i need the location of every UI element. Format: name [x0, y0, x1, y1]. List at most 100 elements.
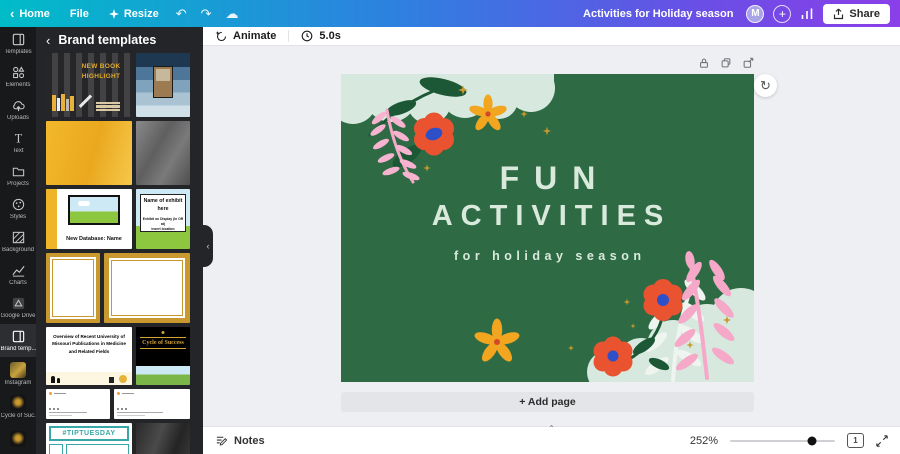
design-page[interactable]: FUN ACTIVITIES for holiday season	[341, 74, 754, 382]
duplicate-page-icon[interactable]	[720, 57, 732, 69]
canvas-title-line2[interactable]: ACTIVITIES	[341, 197, 754, 235]
cycle-thumbnail-icon	[10, 395, 26, 411]
duration-button[interactable]: 5.0s	[289, 27, 352, 45]
sidebar-item-instagram[interactable]: Instagram	[0, 357, 36, 390]
sidebar-item-label: Elements	[5, 82, 30, 88]
thumbnail-subtitle: Exhibit on Display (in OR at)	[142, 217, 184, 227]
lock-icon[interactable]	[698, 57, 710, 69]
add-member-button[interactable]: +	[773, 5, 791, 23]
top-bar: ‹ Home File Resize ↶ ↷ ☁ ✓ Activities fo…	[0, 0, 900, 27]
animate-icon	[215, 30, 227, 42]
zoom-slider[interactable]	[730, 440, 835, 442]
export-page-icon[interactable]	[742, 57, 754, 69]
sidebar-item-google-drive[interactable]: Google Drive	[0, 291, 36, 324]
notes-button[interactable]: Notes	[203, 434, 277, 447]
share-label: Share	[849, 8, 880, 20]
file-label: File	[70, 8, 89, 20]
template-thumbnail-gray[interactable]	[136, 121, 190, 185]
file-menu-button[interactable]: File	[60, 0, 99, 27]
home-label: Home	[19, 8, 50, 20]
yellow-sidebar	[46, 189, 57, 249]
charts-icon	[11, 263, 26, 278]
sidebar-item-charts[interactable]: Charts	[0, 258, 36, 291]
sidebar-item-background[interactable]: Background	[0, 225, 36, 258]
sidebar-item-text[interactable]: T Text	[0, 126, 36, 159]
zoom-slider-handle[interactable]	[807, 436, 816, 445]
template-thumbnail-gold-frame-portrait[interactable]	[46, 253, 100, 323]
add-page-button[interactable]: + Add page	[341, 392, 754, 412]
post-footer	[117, 408, 187, 417]
sidebar-item-label: Charts	[9, 280, 27, 286]
template-thumbnail-new-book[interactable]: NEW BOOK HIGHLIGHT	[46, 53, 132, 117]
share-button[interactable]: Share	[823, 4, 890, 24]
avatar[interactable]: M	[746, 5, 764, 23]
add-page-label: + Add page	[519, 396, 576, 408]
sidebar-item-brand-templates[interactable]: Brand temp...	[0, 324, 36, 357]
panel-collapse-button[interactable]: ‹	[203, 225, 213, 267]
sidebar-item-uploads[interactable]: Uploads	[0, 93, 36, 126]
resize-button[interactable]: Resize	[99, 0, 169, 27]
extra-thumbnail-icon	[10, 431, 26, 447]
sidebar-item-label: Google Drive	[1, 313, 36, 319]
save-status-button[interactable]: ☁ ✓	[219, 6, 246, 22]
page-actions	[341, 57, 754, 69]
frame-inner-border	[52, 259, 94, 317]
template-thumbnail-gold-frame-landscape[interactable]	[104, 253, 190, 323]
sidebar-item-more[interactable]	[0, 423, 36, 454]
google-drive-icon	[11, 296, 26, 311]
upload-cloud-icon	[11, 98, 26, 113]
template-thumbnail-database[interactable]: New Database: Name	[46, 189, 132, 249]
folder-icon	[11, 164, 26, 179]
panel-back-button[interactable]: ‹	[46, 33, 50, 48]
bottom-right-controls: 252% 1	[690, 433, 900, 448]
undo-button[interactable]: ↶	[169, 6, 194, 22]
sidebar-item-label: Projects	[7, 181, 29, 187]
sidebar-item-styles[interactable]: Styles	[0, 192, 36, 225]
document-title[interactable]: Activities for Holiday season	[583, 8, 733, 20]
canvas-subtitle[interactable]: for holiday season	[341, 249, 754, 263]
resize-label: Resize	[124, 8, 159, 20]
template-thumbnail-social-post[interactable]	[46, 389, 110, 419]
template-thumbnail-yellow[interactable]	[46, 121, 132, 185]
sidebar-item-label: Background	[2, 247, 34, 253]
template-thumbnail-social-post[interactable]	[114, 389, 190, 419]
sidebar-item-label: Text	[12, 148, 23, 154]
template-thumbnail-exhibit[interactable]: Name of exhibit here Exhibit on Display …	[136, 189, 190, 249]
template-row: #TIPTUESDAY	[46, 423, 193, 454]
thumbnail-title: Cycle of Success	[140, 337, 186, 349]
insights-icon[interactable]	[800, 7, 814, 21]
thumbnail-title: Overview of Recent University of Missour…	[51, 333, 127, 355]
template-thumbnail-book-cover[interactable]	[136, 53, 190, 117]
sync-button[interactable]: ↻	[754, 74, 777, 97]
tip-boxes	[49, 444, 129, 454]
sidebar-item-label: Uploads	[7, 115, 29, 121]
fullscreen-icon[interactable]	[876, 435, 888, 447]
sidebar-item-cycle-of-success[interactable]: Cycle of Suc...	[0, 390, 36, 423]
template-thumbnail-dark[interactable]	[136, 423, 190, 454]
check-icon: ✓	[223, 9, 228, 16]
redo-button[interactable]: ↷	[194, 6, 219, 22]
sidebar-item-projects[interactable]: Projects	[0, 159, 36, 192]
timeline-expand-button[interactable]: ⌃	[548, 425, 555, 433]
avatar-initial: M	[751, 8, 759, 19]
animate-label: Animate	[233, 30, 276, 42]
notes-label: Notes	[234, 435, 265, 447]
post-footer	[49, 408, 107, 417]
sidebar-item-templates[interactable]: Templates	[0, 27, 36, 60]
plus-icon: +	[779, 7, 786, 21]
sidebar-item-label: Brand temp...	[1, 346, 36, 352]
animate-button[interactable]: Animate	[203, 27, 288, 45]
template-thumbnail-missouri[interactable]: Overview of Recent University of Missour…	[46, 327, 132, 385]
home-button[interactable]: ‹ Home	[0, 0, 60, 27]
template-thumbnail-tip-tuesday[interactable]: #TIPTUESDAY	[46, 423, 132, 454]
template-thumbnail-cycle-of-success[interactable]: Cycle of Success	[136, 327, 190, 385]
page-indicator[interactable]: 1	[847, 433, 864, 448]
redo-icon: ↷	[201, 6, 212, 21]
hills-illustration	[136, 366, 190, 385]
sidebar-rail: Templates Elements Uploads T Text	[0, 27, 36, 454]
pencil-illustration	[79, 94, 92, 107]
canvas-region: FUN ACTIVITIES for holiday season ↻ + Ad…	[203, 46, 900, 426]
sidebar-item-label: Cycle of Suc...	[1, 413, 36, 419]
canvas-title-line1[interactable]: FUN	[341, 159, 754, 197]
sidebar-item-elements[interactable]: Elements	[0, 60, 36, 93]
